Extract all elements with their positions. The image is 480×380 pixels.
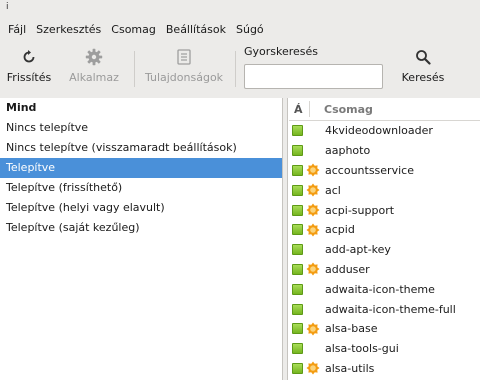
package-name: 4kvideodownloader — [325, 124, 433, 138]
package-name: alsa-tools-gui — [325, 342, 399, 356]
package-row[interactable]: add-apt-key — [289, 240, 480, 260]
toolbar-separator — [235, 51, 236, 87]
installed-status-icon[interactable] — [292, 343, 303, 355]
filter-item[interactable]: Telepítve (frissíthető) — [0, 178, 282, 198]
support-badge-icon — [306, 262, 320, 276]
support-badge-icon — [306, 361, 320, 375]
empty-badge-slot — [306, 144, 320, 158]
package-name: alsa-utils — [325, 361, 375, 375]
empty-badge-slot — [306, 124, 320, 138]
package-row[interactable]: acpid — [289, 220, 480, 240]
package-list-header: Á Csomag — [289, 98, 480, 121]
menu-edit[interactable]: Szerkesztés — [31, 23, 106, 36]
support-badge-icon — [306, 163, 320, 177]
installed-status-icon[interactable] — [292, 125, 303, 137]
filter-item[interactable]: Nincs telepítve (visszamaradt beállításo… — [0, 138, 282, 158]
package-row[interactable]: alsa-base — [289, 319, 480, 339]
package-name: acl — [325, 183, 341, 197]
filter-item[interactable]: Telepítve (helyi vagy elavult) — [0, 198, 282, 218]
package-name: adwaita-icon-theme — [325, 282, 435, 296]
package-name: alsa-base — [325, 322, 378, 336]
package-name: acpi-support — [325, 203, 395, 217]
filter-item[interactable]: Nincs telepítve — [0, 118, 282, 138]
apply-button[interactable]: Alkalmaz — [69, 46, 119, 90]
package-row[interactable]: alsa-utils — [289, 359, 480, 379]
package-name: adwaita-icon-theme-full — [325, 302, 456, 316]
main-panes: Mind Nincs telepítve Nincs telepítve (vis… — [0, 98, 480, 380]
support-badge-icon — [306, 223, 320, 237]
installed-status-icon[interactable] — [292, 362, 303, 374]
package-name: accountsservice — [325, 163, 414, 177]
installed-status-icon[interactable] — [292, 184, 303, 196]
installed-status-icon[interactable] — [292, 164, 303, 176]
properties-icon — [177, 46, 191, 68]
empty-badge-slot — [306, 342, 320, 356]
installed-status-icon[interactable] — [292, 263, 303, 275]
installed-status-icon[interactable] — [292, 303, 303, 315]
empty-badge-slot — [306, 243, 320, 257]
status-column-header[interactable]: Á — [289, 103, 309, 116]
toolbar: Frissítés Alkalmaz Tulajdonságok Gyorske… — [0, 41, 480, 95]
quick-search-group: Gyorskeresés — [244, 45, 384, 89]
filter-item[interactable]: Telepítve — [0, 158, 282, 178]
package-name: aaphoto — [325, 144, 371, 158]
title-bar: ⅰ — [0, 0, 480, 17]
menu-package[interactable]: Csomag — [106, 23, 161, 36]
package-name: adduser — [325, 262, 370, 276]
search-icon — [415, 46, 431, 68]
package-name: add-apt-key — [325, 243, 391, 257]
support-badge-icon — [306, 203, 320, 217]
package-row[interactable]: accountsservice — [289, 161, 480, 181]
installed-status-icon[interactable] — [292, 283, 303, 295]
refresh-button[interactable]: Frissítés — [6, 46, 52, 90]
gear-icon — [85, 46, 103, 68]
package-row[interactable]: aaphoto — [289, 141, 480, 161]
support-badge-icon — [306, 183, 320, 197]
column-divider — [309, 101, 310, 117]
installed-status-icon[interactable] — [292, 244, 303, 256]
package-row[interactable]: adwaita-icon-theme-full — [289, 299, 480, 319]
quick-search-input[interactable] — [244, 64, 383, 89]
package-row[interactable]: adwaita-icon-theme — [289, 279, 480, 299]
support-badge-icon — [306, 322, 320, 336]
installed-status-icon[interactable] — [292, 323, 303, 335]
package-row[interactable]: acl — [289, 180, 480, 200]
package-column-header[interactable]: Csomag — [324, 103, 373, 116]
pane-splitter[interactable] — [283, 98, 288, 380]
empty-badge-slot — [306, 282, 320, 296]
installed-status-icon[interactable] — [292, 224, 303, 236]
package-row[interactable]: adduser — [289, 260, 480, 280]
menu-help[interactable]: Súgó — [231, 23, 269, 36]
package-row[interactable]: 4kvideodownloader — [289, 121, 480, 141]
installed-status-icon[interactable] — [292, 145, 303, 157]
empty-badge-slot — [306, 302, 320, 316]
filter-list: Mind Nincs telepítve Nincs telepítve (vis… — [0, 98, 283, 380]
app-window-icon: ⅰ — [6, 2, 9, 12]
refresh-icon — [21, 46, 37, 68]
search-button[interactable]: Keresés — [398, 46, 448, 90]
menu-settings[interactable]: Beállítások — [161, 23, 231, 36]
package-row[interactable]: alsa-tools-gui — [289, 339, 480, 359]
filter-all[interactable]: Mind — [0, 98, 282, 118]
package-row[interactable]: acpi-support — [289, 200, 480, 220]
quick-search-label: Gyorskeresés — [244, 45, 319, 58]
filter-item[interactable]: Telepítve (saját kezűleg) — [0, 218, 282, 238]
menu-file[interactable]: Fájl — [3, 23, 31, 36]
menu-bar: Fájl Szerkesztés Csomag Beállítások Súgó — [0, 17, 480, 41]
installed-status-icon[interactable] — [292, 204, 303, 216]
properties-button[interactable]: Tulajdonságok — [145, 46, 223, 90]
toolbar-separator — [134, 51, 135, 87]
package-name: acpid — [325, 223, 355, 237]
package-list: Á Csomag 4kvideodownloader aaphoto account… — [289, 98, 480, 380]
